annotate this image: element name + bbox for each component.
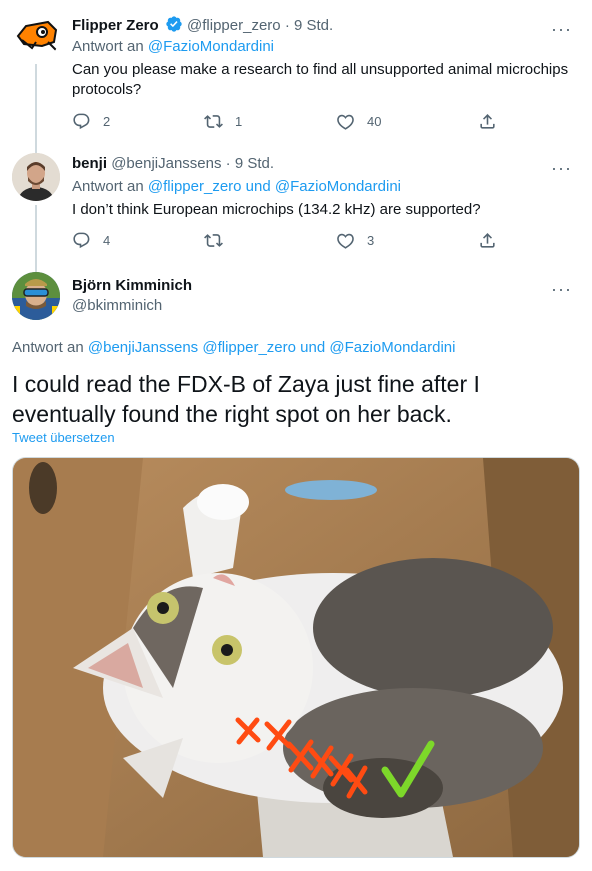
mention-link[interactable]: @FazioMondardini — [329, 339, 455, 356]
display-name[interactable]: Björn Kimminich — [72, 277, 192, 294]
reply-to-line: Antwort an @FazioMondardini — [72, 38, 275, 55]
thread-line-top — [35, 265, 37, 272]
reply-count: 4 — [103, 233, 111, 248]
user-handle-row: @bkimminich — [72, 297, 162, 314]
cat-photo-image — [13, 458, 579, 857]
timestamp[interactable]: 9 Std. — [235, 155, 274, 172]
reply-button[interactable]: 4 — [72, 231, 110, 250]
more-icon[interactable]: ··· — [551, 20, 572, 38]
more-icon[interactable]: ··· — [551, 280, 572, 298]
timestamp[interactable]: 9 Std. — [294, 17, 333, 34]
user-handle[interactable]: @flipper_zero — [187, 17, 281, 34]
share-button[interactable] — [478, 231, 509, 250]
thread-line — [35, 64, 37, 153]
reply-button[interactable]: 2 — [72, 112, 110, 131]
thread-line — [35, 205, 37, 267]
tweet-header: Flipper Zero @flipper_zero · 9 Std. — [72, 15, 333, 37]
reply-to-line: Antwort an @flipper_zero und @FazioMonda… — [72, 178, 401, 195]
thread-line-top — [35, 145, 37, 153]
verified-badge-icon — [165, 15, 183, 37]
tweet-header: Björn Kimminich — [72, 277, 192, 294]
user-handle[interactable]: @bkimminich — [72, 297, 162, 314]
more-icon[interactable]: ··· — [551, 159, 572, 177]
retweet-count: 1 — [235, 114, 243, 129]
like-icon — [337, 233, 354, 249]
translate-tweet-link[interactable]: Tweet übersetzen — [12, 430, 115, 445]
like-icon — [337, 114, 354, 130]
retweet-button[interactable]: 1 — [204, 112, 242, 131]
avatar-flipper-zero[interactable] — [12, 12, 60, 60]
reply-count: 2 — [103, 114, 111, 129]
avatar-benji[interactable] — [12, 153, 60, 201]
tweet-header: benji @benjiJanssens · 9 Std. — [72, 155, 275, 172]
retweet-icon — [204, 234, 223, 247]
tweet-photo[interactable] — [12, 457, 580, 858]
like-button[interactable]: 40 — [336, 112, 381, 131]
like-button[interactable]: 3 — [336, 231, 374, 250]
tweet-flipper-zero[interactable]: Flipper Zero @flipper_zero · 9 Std. ··· … — [0, 0, 592, 153]
reply-to-line: Antwort an @benjiJanssens @flipper_zero … — [12, 339, 456, 356]
avatar-bjoern-kimminich[interactable] — [12, 272, 60, 320]
retweet-icon — [204, 115, 223, 128]
tweet-benji[interactable]: benji @benjiJanssens · 9 Std. ··· Antwor… — [0, 145, 592, 267]
tweet-text: I could read the FDX-B of Zaya just fine… — [12, 371, 480, 427]
reply-icon — [73, 232, 90, 249]
user-handle[interactable]: @benjiJanssens — [111, 155, 221, 172]
tweet-text: Can you please make a research to find a… — [72, 61, 569, 98]
share-icon — [480, 114, 495, 129]
display-name[interactable]: benji — [72, 155, 107, 172]
share-button[interactable] — [478, 112, 509, 131]
share-icon — [480, 233, 495, 248]
like-count: 3 — [367, 233, 375, 248]
reply-icon — [73, 113, 90, 130]
mention-link[interactable]: @flipper_zero — [148, 178, 242, 195]
like-count: 40 — [367, 114, 382, 129]
mention-link[interactable]: @flipper_zero — [202, 339, 296, 356]
retweet-button[interactable] — [204, 231, 235, 250]
mention-link[interactable]: @FazioMondardini — [148, 38, 274, 55]
mention-link[interactable]: @benjiJanssens — [88, 339, 198, 356]
display-name[interactable]: Flipper Zero — [72, 17, 159, 34]
tweet-text: I don’t think European microchips (134.2… — [72, 201, 481, 218]
mention-link[interactable]: @FazioMondardini — [275, 178, 401, 195]
